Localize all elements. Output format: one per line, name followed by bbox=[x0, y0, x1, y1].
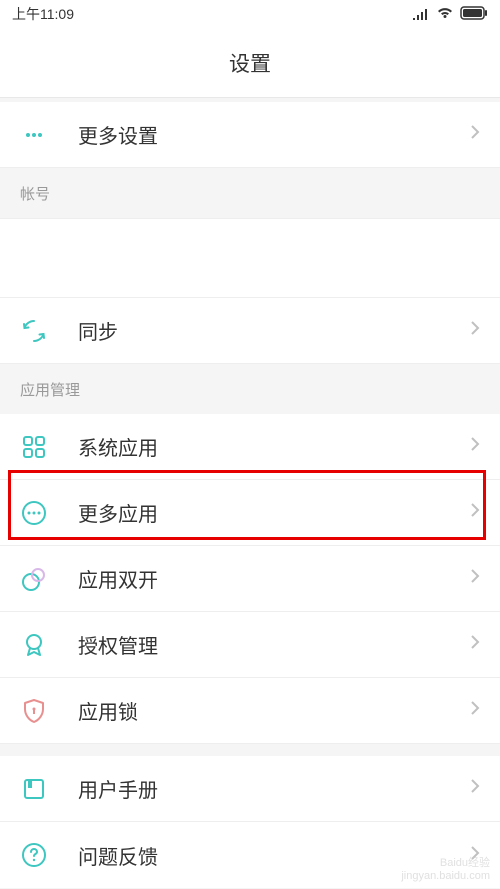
page-title: 设置 bbox=[229, 48, 271, 78]
chevron-right-icon bbox=[470, 502, 480, 523]
section-header-account: 帐号 bbox=[0, 168, 500, 218]
chevron-right-icon bbox=[470, 124, 480, 145]
item-more-apps[interactable]: 更多应用 bbox=[0, 480, 500, 546]
question-icon bbox=[20, 841, 48, 869]
sync-icon bbox=[20, 317, 48, 345]
grid-icon bbox=[20, 433, 48, 461]
item-label: 更多设置 bbox=[78, 120, 470, 149]
item-label: 更多应用 bbox=[78, 498, 470, 527]
status-icons bbox=[412, 6, 488, 23]
book-icon bbox=[20, 775, 48, 803]
page-header: 设置 bbox=[0, 28, 500, 98]
item-permissions[interactable]: 授权管理 bbox=[0, 612, 500, 678]
chevron-right-icon bbox=[470, 634, 480, 655]
item-user-manual[interactable]: 用户手册 bbox=[0, 756, 500, 822]
circle-dots-icon bbox=[20, 499, 48, 527]
item-app-lock[interactable]: 应用锁 bbox=[0, 678, 500, 744]
wifi-icon bbox=[436, 6, 454, 23]
item-system-apps[interactable]: 系统应用 bbox=[0, 414, 500, 480]
chevron-right-icon bbox=[470, 700, 480, 721]
account-placeholder[interactable] bbox=[0, 218, 500, 298]
item-label: 授权管理 bbox=[78, 630, 470, 659]
item-label: 同步 bbox=[78, 316, 470, 345]
chevron-right-icon bbox=[470, 778, 480, 799]
signal-icon bbox=[412, 6, 430, 23]
shield-lock-icon bbox=[20, 697, 48, 725]
chevron-right-icon bbox=[470, 436, 480, 457]
dots-icon bbox=[20, 121, 48, 149]
item-dual-apps[interactable]: 应用双开 bbox=[0, 546, 500, 612]
item-label: 用户手册 bbox=[78, 774, 470, 803]
battery-icon bbox=[460, 6, 488, 23]
status-bar: 上午11:09 bbox=[0, 0, 500, 28]
item-label: 系统应用 bbox=[78, 432, 470, 461]
dual-circle-icon bbox=[20, 565, 48, 593]
item-label: 应用锁 bbox=[78, 696, 470, 725]
medal-icon bbox=[20, 631, 48, 659]
item-more-settings[interactable]: 更多设置 bbox=[0, 102, 500, 168]
chevron-right-icon bbox=[470, 320, 480, 341]
section-header-app-mgmt: 应用管理 bbox=[0, 364, 500, 414]
item-label: 应用双开 bbox=[78, 564, 470, 593]
chevron-right-icon bbox=[470, 568, 480, 589]
status-time: 上午11:09 bbox=[12, 4, 74, 24]
item-sync[interactable]: 同步 bbox=[0, 298, 500, 364]
watermark: Baidu经验 jingyan.baidu.com bbox=[401, 857, 490, 883]
